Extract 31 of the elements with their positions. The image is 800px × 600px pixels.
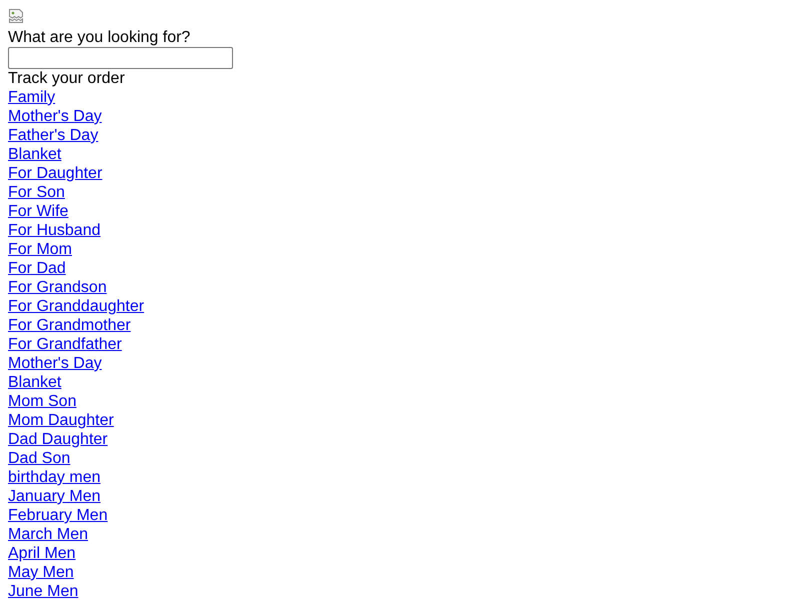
category-link[interactable]: Blanket [8, 146, 62, 163]
category-link[interactable]: February Men [8, 507, 108, 524]
category-link[interactable]: Mother's Day [8, 355, 102, 372]
category-link[interactable]: For Grandmother [8, 317, 131, 334]
search-field[interactable] [8, 47, 233, 69]
category-link[interactable]: Dad Daughter [8, 431, 108, 448]
category-link[interactable]: Father's Day [8, 127, 98, 144]
track-order-text: Track your order [8, 70, 125, 87]
category-link[interactable]: For Husband [8, 222, 100, 239]
category-link[interactable]: For Granddaughter [8, 298, 144, 315]
category-link[interactable]: For Grandfather [8, 336, 122, 353]
category-link[interactable]: birthday men [8, 469, 100, 486]
category-link[interactable]: April Men [8, 545, 76, 562]
category-link[interactable]: January Men [8, 488, 100, 505]
category-link[interactable]: For Grandson [8, 279, 107, 296]
search-label: What are you looking for? [8, 29, 190, 46]
category-link[interactable]: Blanket [8, 374, 62, 391]
category-link[interactable]: Mom Son [8, 393, 76, 410]
category-link[interactable]: Dad Son [8, 450, 70, 467]
category-link[interactable]: For Dad [8, 260, 66, 277]
broken-image-icon [8, 8, 24, 24]
category-link[interactable]: June Men [8, 583, 78, 600]
category-link[interactable]: May Men [8, 564, 74, 581]
category-link[interactable]: For Son [8, 184, 65, 201]
category-link[interactable]: Family [8, 89, 56, 106]
category-link[interactable]: March Men [8, 526, 88, 543]
category-link[interactable]: For Wife [8, 203, 68, 220]
category-link[interactable]: Mother's Day [8, 108, 102, 125]
category-link[interactable]: For Daughter [8, 165, 102, 182]
category-link[interactable]: For Mom [8, 241, 72, 258]
category-link[interactable]: Mom Daughter [8, 412, 114, 429]
